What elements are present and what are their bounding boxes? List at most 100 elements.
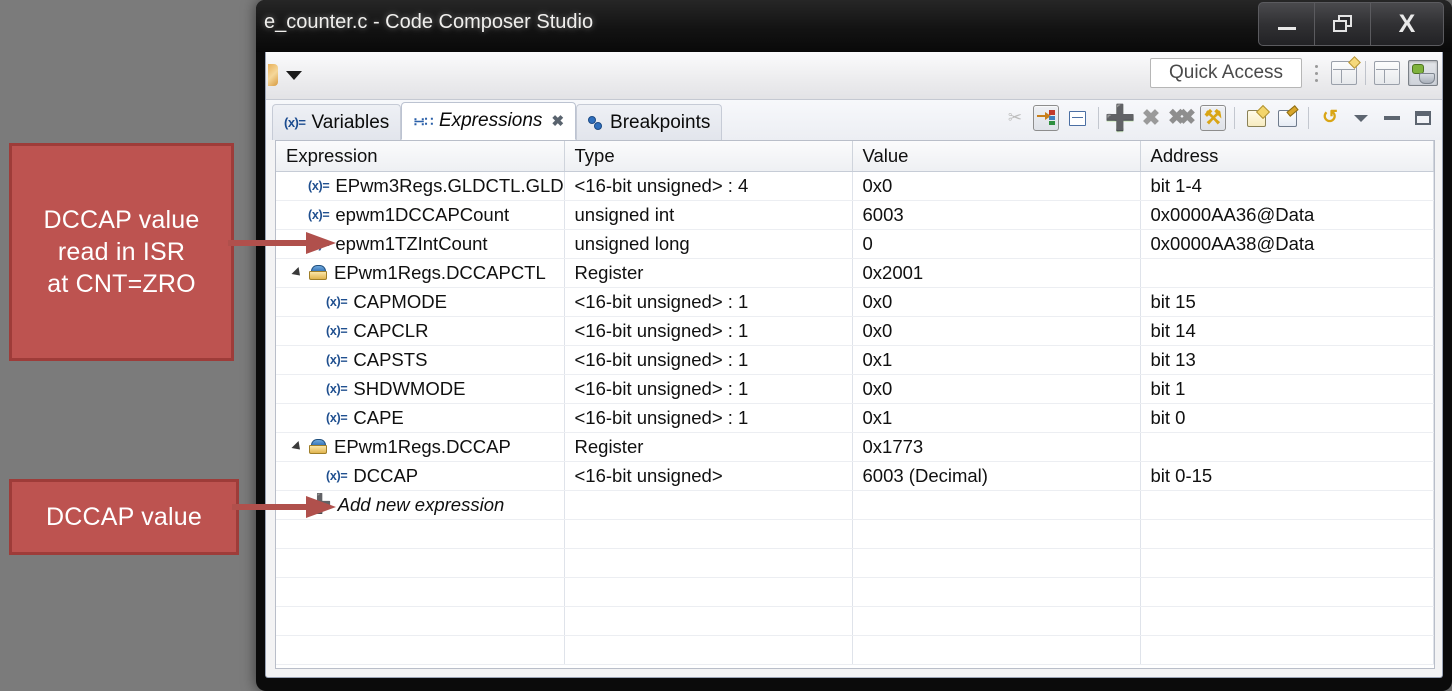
cell-address[interactable] — [1140, 490, 1434, 520]
table-row[interactable]: EPwm1Regs.DCCAPCTL Register 0x2001 — [276, 258, 1434, 288]
minimize-button[interactable] — [1258, 2, 1314, 46]
edit-perspective-icon[interactable] — [1374, 61, 1400, 85]
cell-type[interactable]: <16-bit unsigned> : 1 — [564, 403, 853, 433]
cell-address[interactable]: bit 0 — [1140, 403, 1434, 433]
cell-type[interactable] — [564, 548, 853, 578]
cell-expression[interactable]: (x)= DCCAP — [276, 461, 565, 491]
cell-address[interactable]: 0x0000AA38@Data — [1140, 229, 1434, 259]
cell-type[interactable]: <16-bit unsigned> : 1 — [564, 316, 853, 346]
cell-value[interactable] — [852, 490, 1141, 520]
cell-value[interactable]: 0x1 — [852, 403, 1141, 433]
cell-value[interactable]: 6003 (Decimal) — [852, 461, 1141, 491]
table-row[interactable]: (x)= EPwm3Regs.GLDCTL.GLDMO<16-bit unsign… — [276, 171, 1434, 201]
view-menu-icon[interactable] — [1348, 105, 1374, 131]
cell-value[interactable] — [852, 548, 1141, 578]
cell-expression[interactable]: (x)= CAPSTS — [276, 345, 565, 375]
cell-expression[interactable] — [276, 577, 565, 607]
cell-type[interactable] — [564, 577, 853, 607]
cell-expression[interactable]: (x)= EPwm3Regs.GLDCTL.GLDMO — [276, 171, 565, 201]
quick-access-input[interactable]: Quick Access — [1150, 58, 1302, 88]
table-row[interactable]: (x)= CAPSTS <16-bit unsigned> : 1 0x1 bit 13 — [276, 345, 1434, 375]
cell-expression[interactable]: (x)= CAPE — [276, 403, 565, 433]
partial-toolbar-icon[interactable] — [268, 64, 278, 86]
cell-value[interactable]: 0x0 — [852, 287, 1141, 317]
cell-type[interactable] — [564, 490, 853, 520]
cell-address[interactable] — [1140, 606, 1434, 636]
toolbar-drag-handle[interactable] — [1310, 64, 1323, 82]
enable-disable-expression-icon[interactable]: ⚒ — [1200, 105, 1226, 131]
cell-type[interactable]: <16-bit unsigned> : 1 — [564, 345, 853, 375]
maximize-view-icon[interactable] — [1410, 105, 1436, 131]
table-row[interactable]: EPwm1Regs.DCCAP Register 0x1773 — [276, 432, 1434, 462]
refresh-icon[interactable]: ↺ — [1317, 105, 1343, 131]
cell-value[interactable] — [852, 606, 1141, 636]
cell-address[interactable]: bit 15 — [1140, 287, 1434, 317]
cell-expression[interactable]: (x)= SHDWMODE — [276, 374, 565, 404]
add-new-expression-row[interactable]: ➕Add new expression — [276, 490, 1434, 520]
table-row-empty[interactable] — [276, 548, 1434, 578]
cell-expression[interactable] — [276, 606, 565, 636]
table-row[interactable]: (x)= CAPCLR <16-bit unsigned> : 1 0x0 bit 14 — [276, 316, 1434, 346]
cell-address[interactable]: 0x0000AA36@Data — [1140, 200, 1434, 230]
cell-address[interactable] — [1140, 432, 1434, 462]
cell-address[interactable] — [1140, 258, 1434, 288]
cell-address[interactable]: bit 0-15 — [1140, 461, 1434, 491]
cell-value[interactable]: 0x2001 — [852, 258, 1141, 288]
table-row[interactable]: (x)= DCCAP <16-bit unsigned> 6003 (Decimal)… — [276, 461, 1434, 491]
table-row[interactable]: (x)= SHDWMODE <16-bit unsigned> : 1 0x0 bit … — [276, 374, 1434, 404]
table-row[interactable]: (x)=epwm1TZIntCountunsigned long00x0000A… — [276, 229, 1434, 259]
cell-expression[interactable]: (x)= CAPCLR — [276, 316, 565, 346]
column-header-type[interactable]: Type — [564, 141, 853, 172]
cell-value[interactable] — [852, 635, 1141, 665]
cell-address[interactable]: bit 1 — [1140, 374, 1434, 404]
minimize-view-icon[interactable] — [1379, 105, 1405, 131]
cell-value[interactable]: 0x0 — [852, 374, 1141, 404]
cell-value[interactable] — [852, 577, 1141, 607]
remove-all-expressions-icon[interactable]: ✖✖ — [1168, 105, 1196, 131]
cell-type[interactable] — [564, 606, 853, 636]
cell-address[interactable]: bit 14 — [1140, 316, 1434, 346]
tab-expressions[interactable]: ∺∷ Expressions ✖ — [401, 102, 577, 140]
debug-perspective-icon[interactable] — [1408, 60, 1438, 86]
cell-value[interactable]: 0 — [852, 229, 1141, 259]
column-header-expression[interactable]: Expression — [276, 141, 565, 172]
new-note-icon[interactable] — [1243, 105, 1269, 131]
cell-address[interactable]: bit 1-4 — [1140, 171, 1434, 201]
table-row-empty[interactable] — [276, 519, 1434, 549]
cell-expression[interactable] — [276, 635, 565, 665]
close-icon[interactable]: ✖ — [551, 112, 564, 130]
column-header-address[interactable]: Address — [1140, 141, 1434, 172]
cell-type[interactable] — [564, 635, 853, 665]
cell-type[interactable]: <16-bit unsigned> : 4 — [564, 171, 853, 201]
expressions-table-container[interactable]: Expression Type Value Address (x)= EPwm3R… — [275, 140, 1435, 669]
cell-address[interactable]: bit 13 — [1140, 345, 1434, 375]
table-row[interactable]: (x)= epwm1DCCAPCount unsigned int 6003 0x000… — [276, 200, 1434, 230]
cell-value[interactable]: 0x0 — [852, 316, 1141, 346]
show-type-names-icon[interactable] — [1033, 105, 1059, 131]
cell-expression[interactable]: (x)= CAPMODE — [276, 287, 565, 317]
chevron-down-icon[interactable] — [286, 70, 302, 80]
cell-type[interactable]: unsigned long — [564, 229, 853, 259]
cell-address[interactable] — [1140, 548, 1434, 578]
cell-expression[interactable] — [276, 519, 565, 549]
cell-address[interactable] — [1140, 635, 1434, 665]
cell-address[interactable] — [1140, 577, 1434, 607]
table-row-empty[interactable] — [276, 635, 1434, 665]
cell-type[interactable]: Register — [564, 258, 853, 288]
cell-type[interactable]: unsigned int — [564, 200, 853, 230]
collapse-all-icon[interactable] — [1064, 105, 1090, 131]
table-row[interactable]: (x)= CAPE <16-bit unsigned> : 1 0x1 bit 0 — [276, 403, 1434, 433]
table-row-empty[interactable] — [276, 606, 1434, 636]
table-row[interactable]: (x)= CAPMODE <16-bit unsigned> : 1 0x0 bit 1… — [276, 287, 1434, 317]
cell-address[interactable] — [1140, 519, 1434, 549]
table-row-empty[interactable] — [276, 577, 1434, 607]
cell-value[interactable] — [852, 519, 1141, 549]
open-perspective-icon[interactable] — [1331, 56, 1361, 85]
close-button[interactable]: X — [1370, 2, 1444, 46]
tab-breakpoints[interactable]: Breakpoints — [576, 104, 723, 140]
cell-type[interactable]: Register — [564, 432, 853, 462]
cell-value[interactable]: 0x1 — [852, 345, 1141, 375]
cell-value[interactable]: 0x1773 — [852, 432, 1141, 462]
edit-watchpoint-icon[interactable] — [1274, 105, 1300, 131]
cell-expression[interactable] — [276, 548, 565, 578]
